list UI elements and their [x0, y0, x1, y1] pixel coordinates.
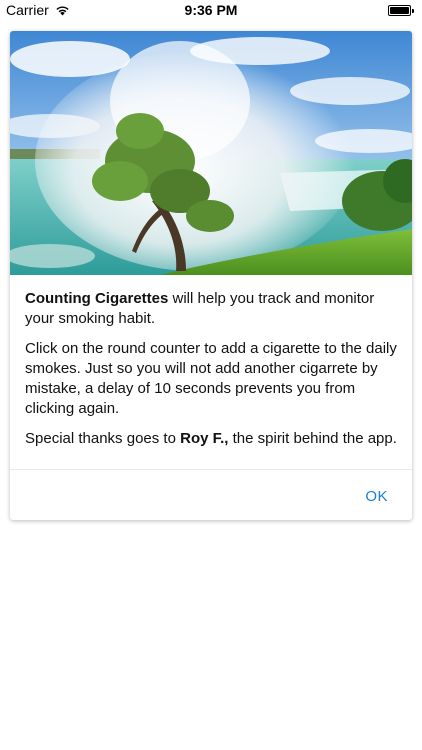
- ok-button[interactable]: OK: [359, 484, 394, 509]
- dialog-divider: [10, 469, 412, 470]
- status-time: 9:36 PM: [184, 2, 238, 18]
- thanks-name: Roy F.,: [180, 430, 229, 447]
- about-dialog: Counting Cigarettes will help you track …: [10, 31, 412, 520]
- waterfall-with-tree-image: [10, 31, 412, 275]
- battery-icon: [388, 5, 414, 16]
- intro-paragraph: Counting Cigarettes will help you track …: [25, 289, 397, 329]
- dialog-content: Counting Cigarettes will help you track …: [10, 275, 412, 449]
- hero-image: [10, 31, 412, 275]
- thanks-prefix: Special thanks goes to: [25, 430, 181, 447]
- instructions-paragraph: Click on the round counter to add a ciga…: [25, 340, 397, 417]
- app-name: Counting Cigarettes: [25, 290, 169, 307]
- status-bar: Carrier 9:36 PM: [0, 0, 422, 20]
- thanks-suffix: the spirit behind the app.: [228, 430, 397, 447]
- thanks-paragraph: Special thanks goes to Roy F., the spiri…: [25, 429, 397, 449]
